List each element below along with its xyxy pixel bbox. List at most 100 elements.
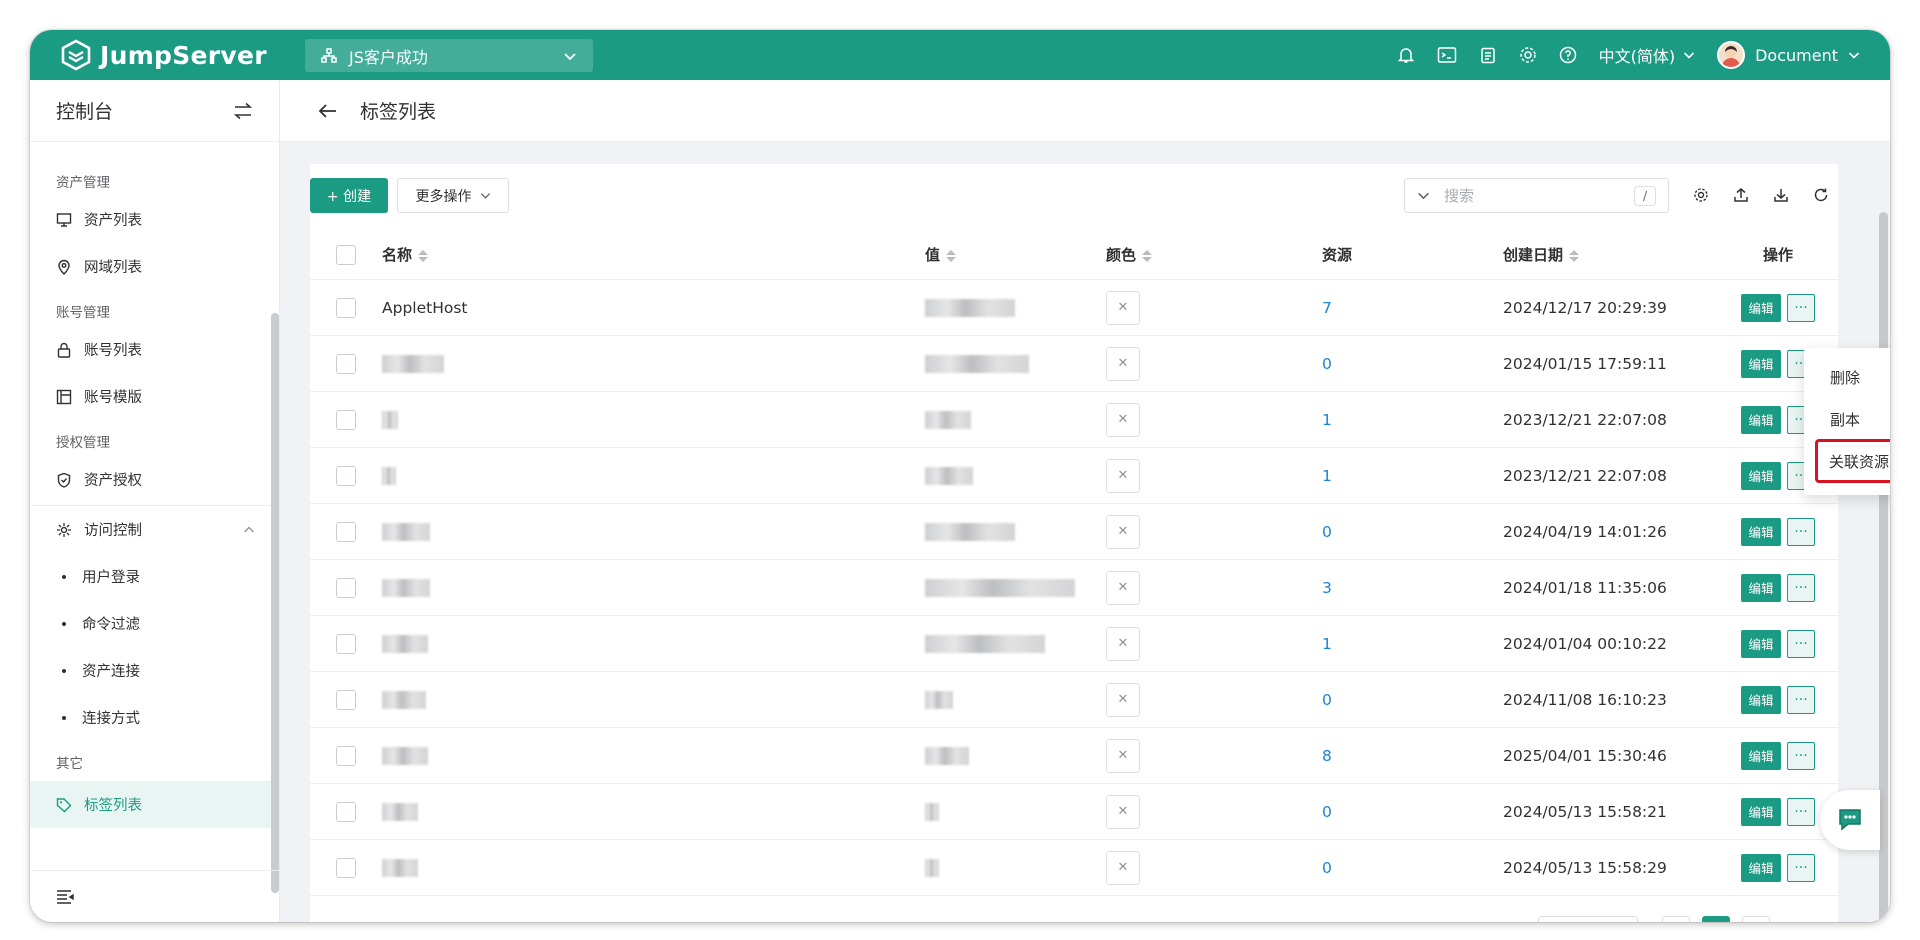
edit-button[interactable]: 编辑 (1741, 293, 1781, 322)
row-checkbox[interactable] (336, 857, 356, 878)
row-name-cell[interactable]: AppletHost (382, 299, 925, 317)
row-name-cell[interactable] (382, 802, 925, 821)
row-checkbox[interactable] (336, 633, 356, 654)
row-resources-link[interactable]: 0 (1322, 523, 1503, 541)
menu-item-delete[interactable]: 删除 (1804, 356, 1890, 398)
create-button[interactable]: + 创建 (310, 178, 388, 213)
sidebar-subitem-asset-connect[interactable]: 资产连接 (30, 647, 279, 694)
edit-button[interactable]: 编辑 (1741, 517, 1781, 546)
bell-icon[interactable] (1397, 46, 1415, 64)
row-checkbox[interactable] (336, 521, 356, 542)
more-options-button[interactable]: ··· (1787, 741, 1815, 770)
settings-icon[interactable] (1690, 184, 1712, 206)
row-resources-link[interactable]: 1 (1322, 411, 1503, 429)
page-size-select[interactable] (1538, 916, 1638, 922)
terminal-icon[interactable] (1437, 46, 1457, 64)
edit-button[interactable]: 编辑 (1741, 349, 1781, 378)
sidebar-item-label-list[interactable]: 标签列表 (30, 781, 279, 828)
help-icon[interactable] (1559, 46, 1577, 64)
more-options-button[interactable]: ··· (1787, 573, 1815, 602)
edit-button[interactable]: 编辑 (1741, 741, 1781, 770)
download-icon[interactable] (1770, 184, 1792, 206)
row-checkbox[interactable] (336, 297, 356, 318)
row-checkbox[interactable] (336, 689, 356, 710)
table-row[interactable]: ✕ 1 2023/12/21 22:07:08 编辑 ··· (310, 448, 1838, 504)
sidebar-subitem-connect-method[interactable]: 连接方式 (30, 694, 279, 741)
header-value[interactable]: 值 (925, 244, 1106, 265)
more-actions-button[interactable]: 更多操作 (397, 178, 509, 213)
sidebar-scrollbar[interactable] (271, 313, 279, 893)
org-select[interactable]: JS客户成功 (305, 39, 593, 72)
row-resources-link[interactable]: 0 (1322, 859, 1503, 877)
menu-item-clone[interactable]: 副本 (1804, 398, 1890, 440)
table-row[interactable]: AppletHost ✕ 7 2024/12/17 20:29:39 编辑 ··… (310, 280, 1838, 336)
refresh-icon[interactable] (1810, 184, 1832, 206)
table-row[interactable]: ✕ 0 2024/05/13 15:58:21 编辑 ··· (310, 784, 1838, 840)
prev-page-button[interactable] (1662, 916, 1690, 922)
edit-button[interactable]: 编辑 (1741, 797, 1781, 826)
edit-button[interactable]: 编辑 (1741, 685, 1781, 714)
table-row[interactable]: ✕ 0 2024/01/15 17:59:11 编辑 ··· (310, 336, 1838, 392)
row-resources-link[interactable]: 0 (1322, 691, 1503, 709)
row-name-cell[interactable] (382, 354, 925, 373)
table-row[interactable]: ✕ 0 2024/04/19 14:01:26 编辑 ··· (310, 504, 1838, 560)
clipboard-icon[interactable] (1479, 46, 1497, 64)
row-resources-link[interactable]: 0 (1322, 803, 1503, 821)
more-options-button[interactable]: ··· (1787, 293, 1815, 322)
row-checkbox[interactable] (336, 577, 356, 598)
row-resources-link[interactable]: 0 (1322, 355, 1503, 373)
more-options-button[interactable]: ··· (1787, 629, 1815, 658)
sidebar-item-asset-list[interactable]: 资产列表 (30, 196, 279, 243)
more-options-button[interactable]: ··· (1787, 685, 1815, 714)
language-select[interactable]: 中文(简体) (1599, 43, 1696, 67)
sidebar-item-access-control[interactable]: 访问控制 (30, 506, 279, 553)
upload-icon[interactable] (1730, 184, 1752, 206)
table-row[interactable]: ✕ 3 2024/01/18 11:35:06 编辑 ··· (310, 560, 1838, 616)
chat-assistant-button[interactable] (1820, 790, 1880, 850)
more-options-button[interactable]: ··· (1787, 517, 1815, 546)
row-resources-link[interactable]: 7 (1322, 299, 1503, 317)
edit-button[interactable]: 编辑 (1741, 853, 1781, 882)
search-input[interactable]: 搜索 / (1404, 178, 1669, 213)
table-row[interactable]: ✕ 0 2024/11/08 16:10:23 编辑 ··· (310, 672, 1838, 728)
row-name-cell[interactable] (382, 522, 925, 541)
row-checkbox[interactable] (336, 409, 356, 430)
row-checkbox[interactable] (336, 465, 356, 486)
sidebar-subitem-user-login[interactable]: 用户登录 (30, 553, 279, 600)
edit-button[interactable]: 编辑 (1741, 629, 1781, 658)
table-row[interactable]: ✕ 1 2024/01/04 00:10:22 编辑 ··· (310, 616, 1838, 672)
table-row[interactable]: ✕ 0 2024/05/13 15:58:29 编辑 ··· (310, 840, 1838, 896)
row-name-cell[interactable] (382, 466, 925, 485)
row-resources-link[interactable]: 1 (1322, 467, 1503, 485)
edit-button[interactable]: 编辑 (1741, 405, 1781, 434)
row-resources-link[interactable]: 3 (1322, 579, 1503, 597)
table-row[interactable]: ✕ 1 2023/12/21 22:07:08 编辑 ··· (310, 392, 1838, 448)
main-scrollbar[interactable] (1879, 212, 1888, 922)
sidebar-subitem-command-filter[interactable]: 命令过滤 (30, 600, 279, 647)
menu-item-related-resources[interactable]: 关联资源 (1815, 439, 1890, 483)
row-name-cell[interactable] (382, 690, 925, 709)
sidebar-item-account-template[interactable]: 账号模版 (30, 373, 279, 420)
back-arrow-icon[interactable] (318, 103, 338, 119)
select-all-checkbox[interactable] (336, 244, 356, 265)
row-name-cell[interactable] (382, 578, 925, 597)
logo[interactable]: JumpServer (60, 38, 267, 72)
page-button-current[interactable] (1702, 916, 1730, 922)
next-page-button[interactable] (1742, 916, 1770, 922)
row-name-cell[interactable] (382, 410, 925, 429)
row-checkbox[interactable] (336, 353, 356, 374)
gear-icon[interactable] (1519, 46, 1537, 64)
table-row[interactable]: ✕ 8 2025/04/01 15:30:46 编辑 ··· (310, 728, 1838, 784)
sidebar-item-account-list[interactable]: 账号列表 (30, 326, 279, 373)
row-name-cell[interactable] (382, 858, 925, 877)
row-checkbox[interactable] (336, 801, 356, 822)
row-resources-link[interactable]: 8 (1322, 747, 1503, 765)
row-resources-link[interactable]: 1 (1322, 635, 1503, 653)
row-checkbox[interactable] (336, 745, 356, 766)
edit-button[interactable]: 编辑 (1741, 573, 1781, 602)
header-color[interactable]: 颜色 (1106, 244, 1322, 265)
user-menu[interactable]: Document (1717, 41, 1860, 69)
row-name-cell[interactable] (382, 634, 925, 653)
collapse-menu-icon[interactable] (56, 889, 74, 905)
more-options-button[interactable]: ··· (1787, 797, 1815, 826)
